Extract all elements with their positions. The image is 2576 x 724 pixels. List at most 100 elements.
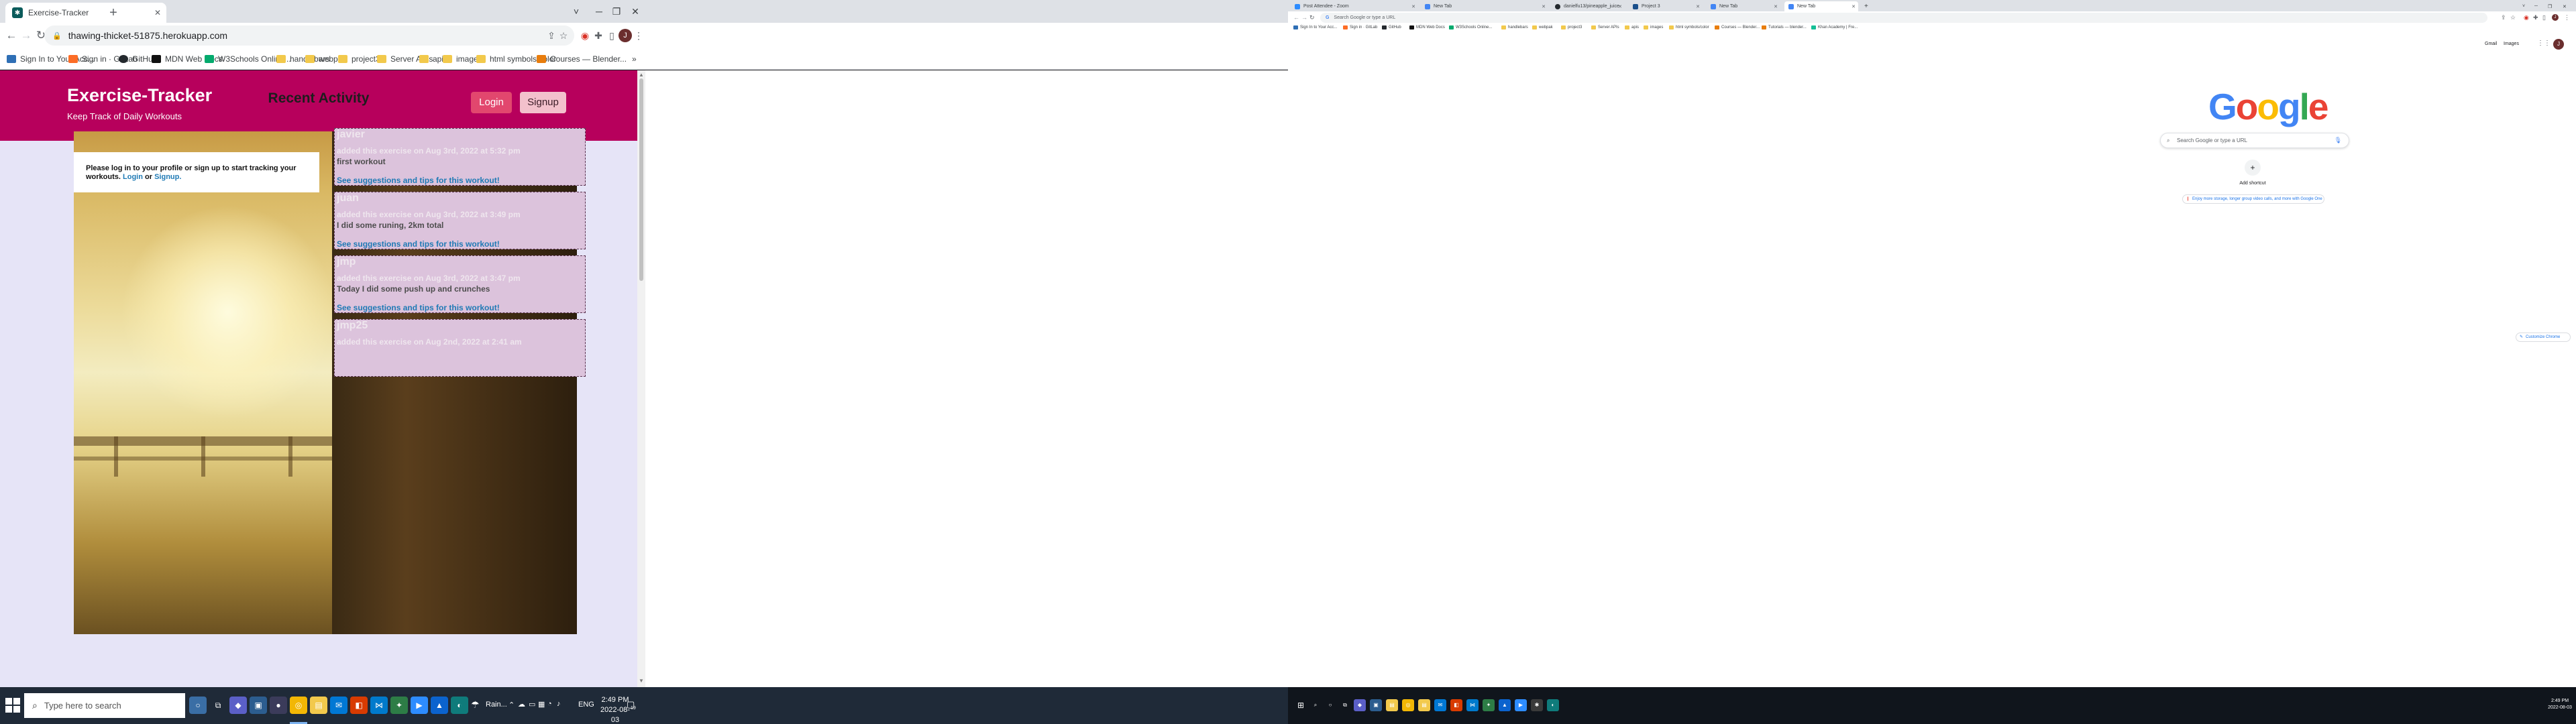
edge-icon[interactable]: ◐ bbox=[1547, 699, 1559, 711]
file-explorer-icon[interactable]: ▤ bbox=[1418, 699, 1430, 711]
bookmark-folder[interactable]: handlebars bbox=[1501, 25, 1528, 29]
app-icon[interactable]: ✦ bbox=[1483, 699, 1495, 711]
new-tab-button[interactable]: + bbox=[105, 4, 122, 21]
bookmark-folder[interactable]: apis bbox=[1625, 25, 1639, 29]
add-shortcut-button[interactable]: + bbox=[2245, 160, 2261, 176]
activity-tips-link[interactable]: See suggestions and tips for this workou… bbox=[337, 176, 500, 185]
close-tab-icon[interactable]: ✕ bbox=[1618, 4, 1622, 9]
microphone-icon[interactable]: 🎙 bbox=[2334, 133, 2342, 147]
bookmark-item[interactable]: MDN Web Docs bbox=[1409, 25, 1445, 29]
menu-kebab-icon[interactable]: ⋮ bbox=[632, 29, 645, 42]
signup-link[interactable]: Signup. bbox=[154, 173, 181, 181]
bookmark-folder[interactable]: Server APIs bbox=[1591, 25, 1619, 29]
tab-project3[interactable]: Project 3 ✕ bbox=[1629, 1, 1703, 11]
profile-avatar[interactable]: J bbox=[619, 29, 632, 42]
bookmark-item[interactable]: Sign in · GitLab bbox=[1343, 25, 1377, 29]
bookmark-item[interactable]: GitHub bbox=[1382, 25, 1401, 29]
scroll-up-arrow-icon[interactable]: ▲ bbox=[639, 72, 644, 78]
share-icon[interactable]: ⇪ bbox=[2501, 14, 2506, 21]
bookmark-item[interactable]: Khan Academy | Fre... bbox=[1811, 25, 1858, 29]
office-icon[interactable]: ◧ bbox=[350, 697, 368, 714]
close-window-icon[interactable]: ✕ bbox=[2559, 1, 2571, 11]
wifi-icon[interactable]: ◔ bbox=[547, 700, 552, 708]
search-icon[interactable]: ⌕ bbox=[1309, 699, 1322, 711]
close-tab-icon[interactable]: ✕ bbox=[1696, 4, 1700, 9]
bookmark-folder[interactable]: images bbox=[1644, 25, 1663, 29]
bookmark-item[interactable]: Tutorials — blender... bbox=[1762, 25, 1807, 29]
tab-new-tab[interactable]: New Tab ✕ bbox=[1707, 1, 1780, 11]
gmail-link[interactable]: Gmail bbox=[2485, 42, 2497, 46]
tab-new-tab[interactable]: New Tab ✕ bbox=[1421, 1, 1548, 11]
language-indicator[interactable]: ENG bbox=[578, 701, 594, 709]
extensions-puzzle-icon[interactable]: ✚ bbox=[2533, 14, 2538, 21]
network-icon[interactable]: ▦ bbox=[538, 700, 545, 709]
app-icon[interactable]: ✱ bbox=[1531, 699, 1543, 711]
volume-icon[interactable]: ♪ bbox=[557, 700, 561, 708]
close-tab-icon[interactable]: ✕ bbox=[154, 8, 161, 17]
activity-tips-link[interactable]: See suggestions and tips for this workou… bbox=[337, 239, 500, 249]
forward-arrow-icon[interactable]: → bbox=[19, 28, 34, 43]
bookmark-folder[interactable]: webpak bbox=[1532, 25, 1553, 29]
close-tab-icon[interactable]: ✕ bbox=[1851, 4, 1856, 9]
chrome-icon[interactable]: ◎ bbox=[1402, 699, 1414, 711]
close-window-icon[interactable]: ✕ bbox=[620, 0, 651, 23]
taskbar-search[interactable]: ⌕ Type here to search bbox=[24, 693, 185, 718]
app-icon[interactable]: ✦ bbox=[390, 697, 408, 714]
scroll-down-arrow-icon[interactable]: ▼ bbox=[639, 678, 644, 684]
back-arrow-icon[interactable]: ← bbox=[1293, 14, 1299, 21]
chrome-icon[interactable]: ◎ bbox=[290, 697, 307, 714]
tab-search-icon[interactable]: ˅ bbox=[2518, 1, 2529, 11]
app-icon[interactable]: ◆ bbox=[229, 697, 247, 714]
activity-tips-link[interactable]: See suggestions and tips for this workou… bbox=[337, 303, 500, 312]
images-link[interactable]: Images bbox=[2504, 42, 2519, 46]
bookmark-folder[interactable]: project3 bbox=[1561, 25, 1582, 29]
maximize-icon[interactable]: ❐ bbox=[2544, 1, 2556, 11]
customize-chrome-button[interactable]: ✎ Customize Chrome bbox=[2516, 333, 2571, 342]
address-bar[interactable]: 🔒 thawing-thicket-51875.herokuapp.com bbox=[44, 25, 574, 46]
apps-grid-icon[interactable]: ⋮⋮ bbox=[2537, 40, 2551, 47]
address-bar[interactable]: G Search Google or type a URL bbox=[1320, 13, 2487, 23]
forward-arrow-icon[interactable]: → bbox=[1301, 14, 1307, 21]
file-explorer-icon[interactable]: ▤ bbox=[1386, 699, 1398, 711]
edge-icon[interactable]: ◐ bbox=[451, 697, 468, 714]
tab-github[interactable]: danielfu13/pineapple_juice ✕ bbox=[1551, 1, 1625, 11]
cloud-icon[interactable]: ☁ bbox=[518, 700, 525, 709]
zoom-icon[interactable]: ▶ bbox=[411, 697, 428, 714]
vscode-icon[interactable]: ⋈ bbox=[1466, 699, 1479, 711]
bookmark-folder[interactable]: project3 bbox=[338, 53, 380, 65]
file-explorer-icon[interactable]: ▤ bbox=[310, 697, 327, 714]
share-icon[interactable]: ⇪ bbox=[545, 29, 558, 42]
new-tab-button[interactable]: + bbox=[1860, 1, 1872, 11]
bookmark-item[interactable]: Courses — Blender... bbox=[1715, 25, 1760, 29]
close-tab-icon[interactable]: ✕ bbox=[1542, 4, 1546, 9]
app-icon[interactable]: ● bbox=[270, 697, 287, 714]
close-tab-icon[interactable]: ✕ bbox=[1774, 4, 1778, 9]
page-scrollbar[interactable]: ▲ ▼ bbox=[637, 70, 645, 687]
back-arrow-icon[interactable]: ← bbox=[4, 28, 19, 43]
profile-avatar[interactable]: J bbox=[2552, 14, 2559, 21]
minimize-icon[interactable]: ─ bbox=[2530, 1, 2542, 11]
office-icon[interactable]: ◧ bbox=[1450, 699, 1462, 711]
battery-icon[interactable]: ▭ bbox=[529, 700, 535, 709]
bookmark-item[interactable]: Sign In to Your Acc... bbox=[1293, 25, 1337, 29]
mail-icon[interactable]: ✉ bbox=[330, 697, 347, 714]
tab-exercise-tracker[interactable]: ✱ Exercise-Tracker ✕ bbox=[5, 3, 166, 23]
app-icon[interactable]: ▣ bbox=[250, 697, 267, 714]
tab-new-tab-active[interactable]: New Tab ✕ bbox=[1784, 1, 1858, 11]
windows-start-icon[interactable] bbox=[5, 698, 20, 713]
vscode-icon[interactable]: ⋈ bbox=[370, 697, 388, 714]
task-view-icon[interactable]: ⧉ bbox=[1339, 699, 1351, 711]
menu-kebab-icon[interactable]: ⋮ bbox=[2564, 14, 2570, 21]
extension-badge-icon[interactable]: ◉ bbox=[578, 29, 592, 42]
cortana-icon[interactable]: ○ bbox=[189, 697, 207, 714]
bookmarks-overflow-icon[interactable]: » bbox=[632, 53, 637, 65]
bookmark-folder[interactable]: html symbols/color bbox=[1669, 25, 1709, 29]
tray-overflow-icon[interactable]: ⌃ bbox=[508, 701, 515, 709]
taskbar-clock[interactable]: 2:49 PM 2022-08-03 bbox=[2545, 698, 2575, 711]
scrollbar-thumb[interactable] bbox=[639, 78, 643, 281]
google-search-box[interactable]: ⌕ Search Google or type a URL 🎙 bbox=[2160, 133, 2349, 148]
windows-start-icon[interactable]: ⊞ bbox=[1295, 699, 1307, 711]
login-link[interactable]: Login bbox=[123, 173, 143, 181]
app-icon[interactable]: ▲ bbox=[1499, 699, 1511, 711]
bookmark-item[interactable]: Courses — Blender... bbox=[537, 53, 627, 65]
